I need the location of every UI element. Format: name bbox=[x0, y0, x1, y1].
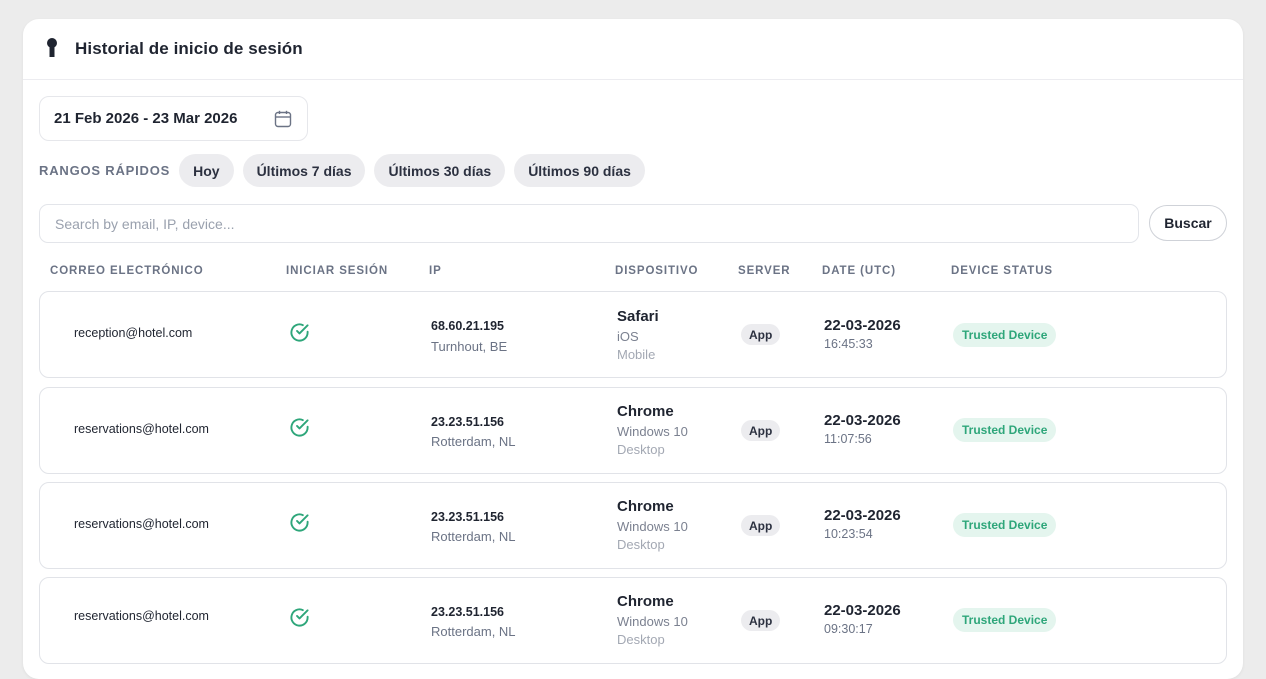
card-header: Historial de inicio de sesión bbox=[23, 19, 1243, 80]
table-row[interactable]: reservations@hotel.com 23.23.51.156 Rott… bbox=[39, 482, 1227, 569]
login-history-card: Historial de inicio de sesión 21 Feb 202… bbox=[23, 19, 1243, 679]
key-icon bbox=[47, 38, 57, 57]
row-time: 11:07:56 bbox=[824, 432, 872, 446]
row-os: iOS bbox=[617, 329, 639, 344]
server-badge: App bbox=[741, 324, 781, 345]
row-date: 22-03-2026 bbox=[824, 317, 901, 334]
row-browser: Chrome bbox=[617, 403, 674, 420]
row-os: Windows 10 bbox=[617, 519, 688, 534]
row-device-type: Mobile bbox=[617, 347, 656, 362]
check-circle-icon bbox=[290, 418, 309, 437]
search-input[interactable] bbox=[39, 204, 1139, 243]
quick-ranges: RANGOS RÁPIDOS Hoy Últimos 7 días Último… bbox=[39, 154, 654, 187]
table-header: CORREO ELECTRÓNICO INICIAR SESIÓN IP DIS… bbox=[23, 265, 1243, 281]
row-time: 10:23:54 bbox=[824, 527, 873, 541]
search-button[interactable]: Buscar bbox=[1149, 205, 1227, 241]
date-range-value: 21 Feb 2026 - 23 Mar 2026 bbox=[54, 110, 238, 127]
calendar-icon[interactable] bbox=[273, 109, 293, 129]
column-header-server: SERVER bbox=[738, 265, 791, 277]
row-date: 22-03-2026 bbox=[824, 507, 901, 524]
server-badge: App bbox=[741, 515, 781, 536]
row-time: 16:45:33 bbox=[824, 337, 873, 351]
quick-range-7-days-button[interactable]: Últimos 7 días bbox=[242, 154, 366, 187]
row-email: reception@hotel.com bbox=[74, 326, 193, 340]
row-email: reservations@hotel.com bbox=[74, 422, 209, 436]
row-device-type: Desktop bbox=[617, 537, 665, 552]
row-email: reservations@hotel.com bbox=[74, 517, 209, 531]
status-badge: Trusted Device bbox=[953, 608, 1057, 632]
quick-ranges-label: RANGOS RÁPIDOS bbox=[39, 163, 171, 178]
column-header-device-status: DEVICE STATUS bbox=[951, 265, 1054, 277]
status-badge: Trusted Device bbox=[953, 323, 1057, 347]
column-header-email: CORREO ELECTRÓNICO bbox=[50, 265, 204, 277]
row-browser: Chrome bbox=[617, 498, 674, 515]
quick-range-30-days-button[interactable]: Últimos 30 días bbox=[374, 154, 506, 187]
row-ip: 68.60.21.195 bbox=[431, 319, 504, 333]
quick-range-90-days-button[interactable]: Últimos 90 días bbox=[514, 154, 645, 187]
quick-range-today-button[interactable]: Hoy bbox=[179, 154, 234, 187]
row-os: Windows 10 bbox=[617, 614, 688, 629]
page-title: Historial de inicio de sesión bbox=[75, 39, 303, 58]
status-badge: Trusted Device bbox=[953, 418, 1057, 442]
check-circle-icon bbox=[290, 513, 309, 532]
table-row[interactable]: reservations@hotel.com 23.23.51.156 Rott… bbox=[39, 387, 1227, 474]
row-os: Windows 10 bbox=[617, 424, 688, 439]
row-browser: Chrome bbox=[617, 593, 674, 610]
row-ip: 23.23.51.156 bbox=[431, 510, 504, 524]
column-header-ip: IP bbox=[429, 265, 442, 277]
row-date: 22-03-2026 bbox=[824, 412, 901, 429]
row-browser: Safari bbox=[617, 308, 659, 325]
column-header-date: DATE (UTC) bbox=[822, 265, 896, 277]
column-header-login: INICIAR SESIÓN bbox=[286, 265, 389, 277]
server-badge: App bbox=[741, 610, 781, 631]
row-time: 09:30:17 bbox=[824, 622, 873, 636]
row-location: Rotterdam, NL bbox=[431, 434, 516, 449]
row-device-type: Desktop bbox=[617, 442, 665, 457]
row-ip: 23.23.51.156 bbox=[431, 605, 504, 619]
server-badge: App bbox=[741, 420, 781, 441]
row-location: Turnhout, BE bbox=[431, 339, 508, 354]
table-row[interactable]: reservations@hotel.com 23.23.51.156 Rott… bbox=[39, 577, 1227, 664]
row-location: Rotterdam, NL bbox=[431, 529, 516, 544]
row-email: reservations@hotel.com bbox=[74, 609, 209, 623]
column-header-device: DISPOSITIVO bbox=[615, 265, 699, 277]
row-ip: 23.23.51.156 bbox=[431, 415, 504, 429]
row-date: 22-03-2026 bbox=[824, 602, 901, 619]
row-location: Rotterdam, NL bbox=[431, 624, 516, 639]
check-circle-icon bbox=[290, 608, 309, 627]
table-row[interactable]: reception@hotel.com 68.60.21.195 Turnhou… bbox=[39, 291, 1227, 378]
check-circle-icon bbox=[290, 323, 309, 342]
row-device-type: Desktop bbox=[617, 632, 665, 647]
status-badge: Trusted Device bbox=[953, 513, 1057, 537]
date-range-picker[interactable]: 21 Feb 2026 - 23 Mar 2026 bbox=[39, 96, 308, 141]
